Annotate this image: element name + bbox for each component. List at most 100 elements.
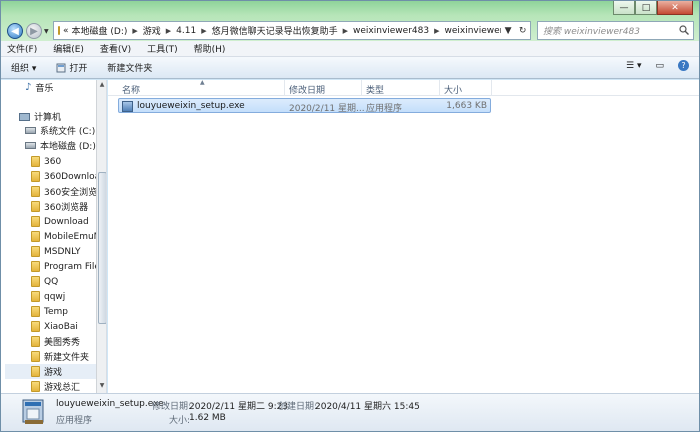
back-arrow-icon: ◀ <box>11 25 19 37</box>
nav-item-label: MSDNLY <box>44 246 81 257</box>
open-button[interactable]: 打开 <box>56 61 87 74</box>
breadcrumb-weixinviewer-1[interactable]: weixinviewer483 <box>353 26 429 36</box>
breadcrumb-assistant[interactable]: 悠月微信聊天记录导出恢复助手 <box>212 24 338 37</box>
folder-icon <box>31 186 40 197</box>
maximize-button[interactable]: □ <box>635 1 657 15</box>
folder-icon <box>31 246 40 257</box>
nav-folder-item[interactable]: MSDNLY <box>31 244 80 259</box>
nav-scrollbar[interactable]: ▲ ▼ <box>96 80 106 393</box>
minimize-button[interactable]: — <box>613 1 635 15</box>
nav-item-drive-d[interactable]: 本地磁盘 (D:) <box>25 138 96 153</box>
folder-icon <box>31 156 40 167</box>
detail-created-label: 创建日期: <box>278 402 318 412</box>
organize-button[interactable]: 组织 ▾ <box>11 61 36 74</box>
refresh-icon[interactable]: ↻ <box>519 26 527 36</box>
view-controls: ☰ ▾ ▭ ? <box>626 60 689 71</box>
column-modified[interactable]: 修改日期 <box>289 83 325 96</box>
nav-item-label: 游戏 <box>44 368 63 378</box>
address-bar[interactable]: « 本地磁盘 (D:) ▶ 游戏 ▶ 4.11 ▶ 悠月微信聊天记录导出恢复助手… <box>53 21 516 40</box>
scroll-thumb[interactable] <box>98 172 106 324</box>
back-button[interactable]: ◀ <box>7 23 23 39</box>
nav-folder-item[interactable]: 360Download <box>31 169 106 184</box>
column-divider[interactable] <box>439 80 440 96</box>
nav-folder-item[interactable]: Program Files <box>31 259 105 274</box>
nav-folder-item[interactable]: Temp <box>31 304 68 319</box>
column-type[interactable]: 类型 <box>366 83 384 96</box>
breadcrumb-chevron-icon[interactable]: ▶ <box>432 27 441 35</box>
table-row[interactable]: louyueweixin_setup.exe 2020/2/11 星期... 应… <box>118 98 491 114</box>
column-divider[interactable] <box>284 80 285 96</box>
folder-icon <box>31 231 40 242</box>
breadcrumb-chevron-icon[interactable]: ▶ <box>199 27 208 35</box>
search-box[interactable]: 搜索 weixinviewer483 <box>537 21 694 40</box>
scroll-down-icon[interactable]: ▼ <box>97 382 106 392</box>
address-controls: ▼ ↻ <box>501 21 531 40</box>
search-input[interactable]: 搜索 weixinviewer483 <box>543 24 640 37</box>
details-pane: louyueweixin_setup.exe 修改日期: 2020/2/11 星… <box>1 393 699 431</box>
breadcrumb-chevron-icon[interactable]: ▶ <box>130 27 139 35</box>
column-divider[interactable] <box>491 80 492 96</box>
column-divider[interactable] <box>361 80 362 96</box>
recent-pages-dropdown[interactable]: ▼ <box>44 28 50 35</box>
nav-folder-item[interactable]: 新建文件夹 <box>31 349 89 364</box>
folder-icon <box>31 201 40 212</box>
nav-item-music[interactable]: ♪ 音乐 <box>25 80 53 95</box>
drive-icon <box>25 127 36 134</box>
application-icon <box>122 101 133 112</box>
folder-icon <box>31 276 40 287</box>
nav-folder-item[interactable]: qqwj <box>31 289 65 304</box>
menu-file[interactable]: 文件(F) <box>7 42 37 55</box>
nav-folder-item[interactable]: 360浏览器 <box>31 199 88 214</box>
detail-created-value: 2020/4/11 星期六 15:45 <box>315 402 420 412</box>
nav-folder-item[interactable]: 游戏总汇 <box>31 379 80 393</box>
scroll-up-icon[interactable]: ▲ <box>97 81 106 91</box>
new-folder-button[interactable]: 新建文件夹 <box>107 61 152 74</box>
search-icon[interactable] <box>679 25 689 35</box>
nav-item-label: 游戏总汇 <box>44 383 81 393</box>
nav-folder-item[interactable]: 美图秀秀 <box>31 334 80 349</box>
folder-icon <box>31 336 40 347</box>
nav-item-label: 360 <box>44 156 62 167</box>
column-header: 名称 ▲ 修改日期 类型 大小 <box>108 79 699 96</box>
nav-folder-item[interactable]: 游戏 <box>5 364 96 379</box>
detail-modified-value: 2020/2/11 星期二 9:23 <box>189 402 289 412</box>
nav-item-label: 音乐 <box>35 84 54 94</box>
detail-size-label: 大小: <box>169 416 191 426</box>
breadcrumb-chevron-icon[interactable]: ▶ <box>341 27 350 35</box>
folder-icon <box>31 366 40 377</box>
nav-folder-item[interactable]: XiaoBai <box>31 319 78 334</box>
column-name[interactable]: 名称 <box>122 83 140 96</box>
nav-folder-item[interactable]: QQ <box>31 274 58 289</box>
view-options-icon[interactable]: ☰ ▾ <box>626 61 641 71</box>
open-label: 打开 <box>69 64 88 74</box>
close-button[interactable]: ✕ <box>657 1 693 15</box>
nav-item-computer[interactable]: 计算机 <box>19 109 61 124</box>
breadcrumb-overflow[interactable]: « <box>63 26 69 36</box>
file-modified: 2020/2/11 星期... <box>289 104 365 114</box>
music-note-icon: ♪ <box>25 82 32 93</box>
column-size[interactable]: 大小 <box>444 83 462 96</box>
breadcrumb-games[interactable]: 游戏 <box>143 24 161 37</box>
breadcrumb-drive-d[interactable]: 本地磁盘 (D:) <box>72 24 128 37</box>
menu-view[interactable]: 查看(V) <box>100 42 131 55</box>
folder-icon <box>31 381 40 392</box>
menu-help[interactable]: 帮助(H) <box>194 42 226 55</box>
forward-button[interactable]: ▶ <box>26 23 42 39</box>
nav-folder-item[interactable]: 360安全浏览器 <box>31 184 106 199</box>
breadcrumb-chevron-icon[interactable]: ▶ <box>164 27 173 35</box>
command-bar: 组织 ▾ 打开 新建文件夹 ☰ ▾ ▭ ? <box>1 57 699 79</box>
menu-tools[interactable]: 工具(T) <box>147 42 178 55</box>
nav-item-drive-c[interactable]: 系统文件 (C:) <box>25 123 95 138</box>
nav-item-label: Temp <box>44 306 68 317</box>
breadcrumb-4-11[interactable]: 4.11 <box>176 26 196 36</box>
folder-icon <box>31 321 40 332</box>
help-icon[interactable]: ? <box>678 60 689 71</box>
preview-pane-icon[interactable]: ▭ <box>655 61 664 71</box>
address-dropdown-icon[interactable]: ▼ <box>505 26 512 36</box>
nav-folder-item[interactable]: MobileEmuM <box>31 229 101 244</box>
nav-folder-item[interactable]: Download <box>31 214 89 229</box>
menu-bar: 文件(F) 编辑(E) 查看(V) 工具(T) 帮助(H) <box>1 41 699 57</box>
nav-folder-item[interactable]: 360 <box>31 154 61 169</box>
menu-edit[interactable]: 编辑(E) <box>53 42 84 55</box>
detail-size-value: 1.62 MB <box>189 413 226 423</box>
